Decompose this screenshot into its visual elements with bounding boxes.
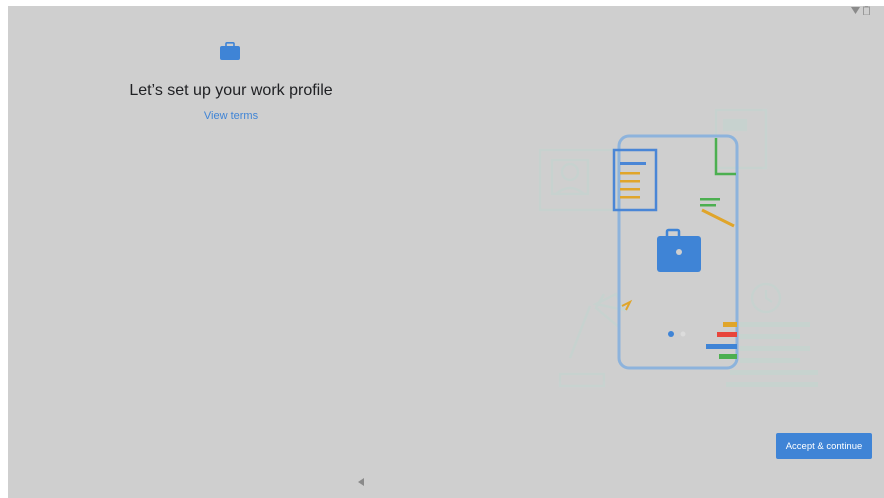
accept-continue-button[interactable]: Accept & continue [776,433,872,459]
setup-screen: Let’s set up your work profile View term… [8,6,884,498]
view-terms-link[interactable]: View terms [8,110,454,122]
work-profile-illustration [530,98,830,403]
status-bar [851,6,870,15]
briefcase-icon [220,42,240,65]
page-title: Let’s set up your work profile [129,82,333,99]
back-triangle-icon[interactable] [356,474,366,492]
wifi-icon [851,7,860,14]
battery-icon [863,6,870,15]
